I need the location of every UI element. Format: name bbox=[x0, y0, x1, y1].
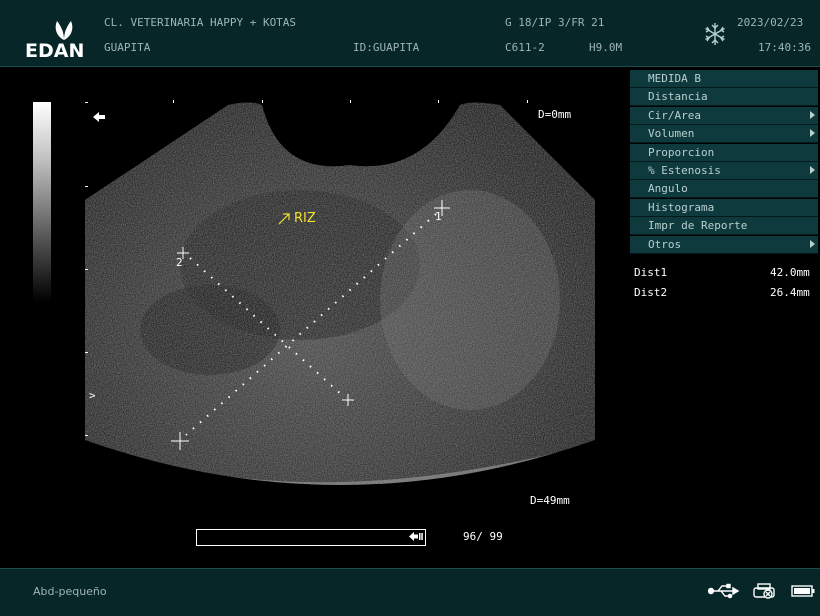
menu-item-cir-area[interactable]: Cir/Area bbox=[630, 107, 818, 125]
result-value-dist2: 26.4mm bbox=[770, 286, 810, 299]
caliper1-label: 1 bbox=[435, 210, 442, 223]
focus-marker[interactable]: > bbox=[89, 389, 96, 402]
menu-item-angulo[interactable]: Angulo bbox=[630, 180, 818, 198]
menu-item-impr-reporte[interactable]: Impr de Reporte bbox=[630, 217, 818, 235]
battery-icon bbox=[791, 585, 815, 597]
result-value-dist1: 42.0mm bbox=[770, 266, 810, 279]
menu-item-distancia[interactable]: Distancia bbox=[630, 88, 818, 106]
submenu-arrow-icon bbox=[810, 129, 815, 137]
annotation-text[interactable]: RIZ bbox=[278, 211, 316, 226]
orientation-arrow-icon bbox=[93, 112, 105, 122]
caliper2-label: 2 bbox=[176, 256, 183, 269]
cine-position-icon[interactable] bbox=[409, 531, 423, 542]
menu-item-estenosis[interactable]: % Estenosis bbox=[630, 162, 818, 180]
time: 17:40:36 bbox=[758, 41, 811, 54]
cine-scrollbar[interactable] bbox=[196, 529, 426, 546]
menu-item-proporcion[interactable]: Proporcion bbox=[630, 144, 818, 162]
depth-bottom: D=49mm bbox=[530, 494, 570, 507]
menu-item-otros[interactable]: Otros bbox=[630, 236, 818, 254]
usb-icon bbox=[708, 583, 740, 599]
result-name-dist1: Dist1 bbox=[634, 266, 668, 279]
ultrasound-image[interactable] bbox=[0, 0, 626, 568]
cine-counter: 96/ 99 bbox=[463, 530, 503, 543]
measure-menu: MEDIDA B Distancia Cir/Area Volumen Prop… bbox=[630, 70, 818, 254]
submenu-arrow-icon bbox=[810, 111, 815, 119]
grayscale-bar bbox=[33, 102, 51, 302]
printer-icon bbox=[753, 583, 775, 599]
depth-top: D=0mm bbox=[538, 108, 572, 121]
snowflake-icon[interactable] bbox=[703, 22, 727, 46]
menu-item-histograma[interactable]: Histograma bbox=[630, 199, 818, 217]
submenu-arrow-icon bbox=[810, 240, 815, 248]
footer-bar: Abd-pequeño bbox=[0, 568, 820, 616]
result-name-dist2: Dist2 bbox=[634, 286, 668, 299]
menu-item-volumen[interactable]: Volumen bbox=[630, 125, 818, 143]
date: 2023/02/23 bbox=[737, 16, 804, 29]
submenu-arrow-icon bbox=[810, 166, 815, 174]
menu-item-medida-b[interactable]: MEDIDA B bbox=[630, 70, 818, 88]
exam-preset[interactable]: Abd-pequeño bbox=[33, 585, 107, 598]
